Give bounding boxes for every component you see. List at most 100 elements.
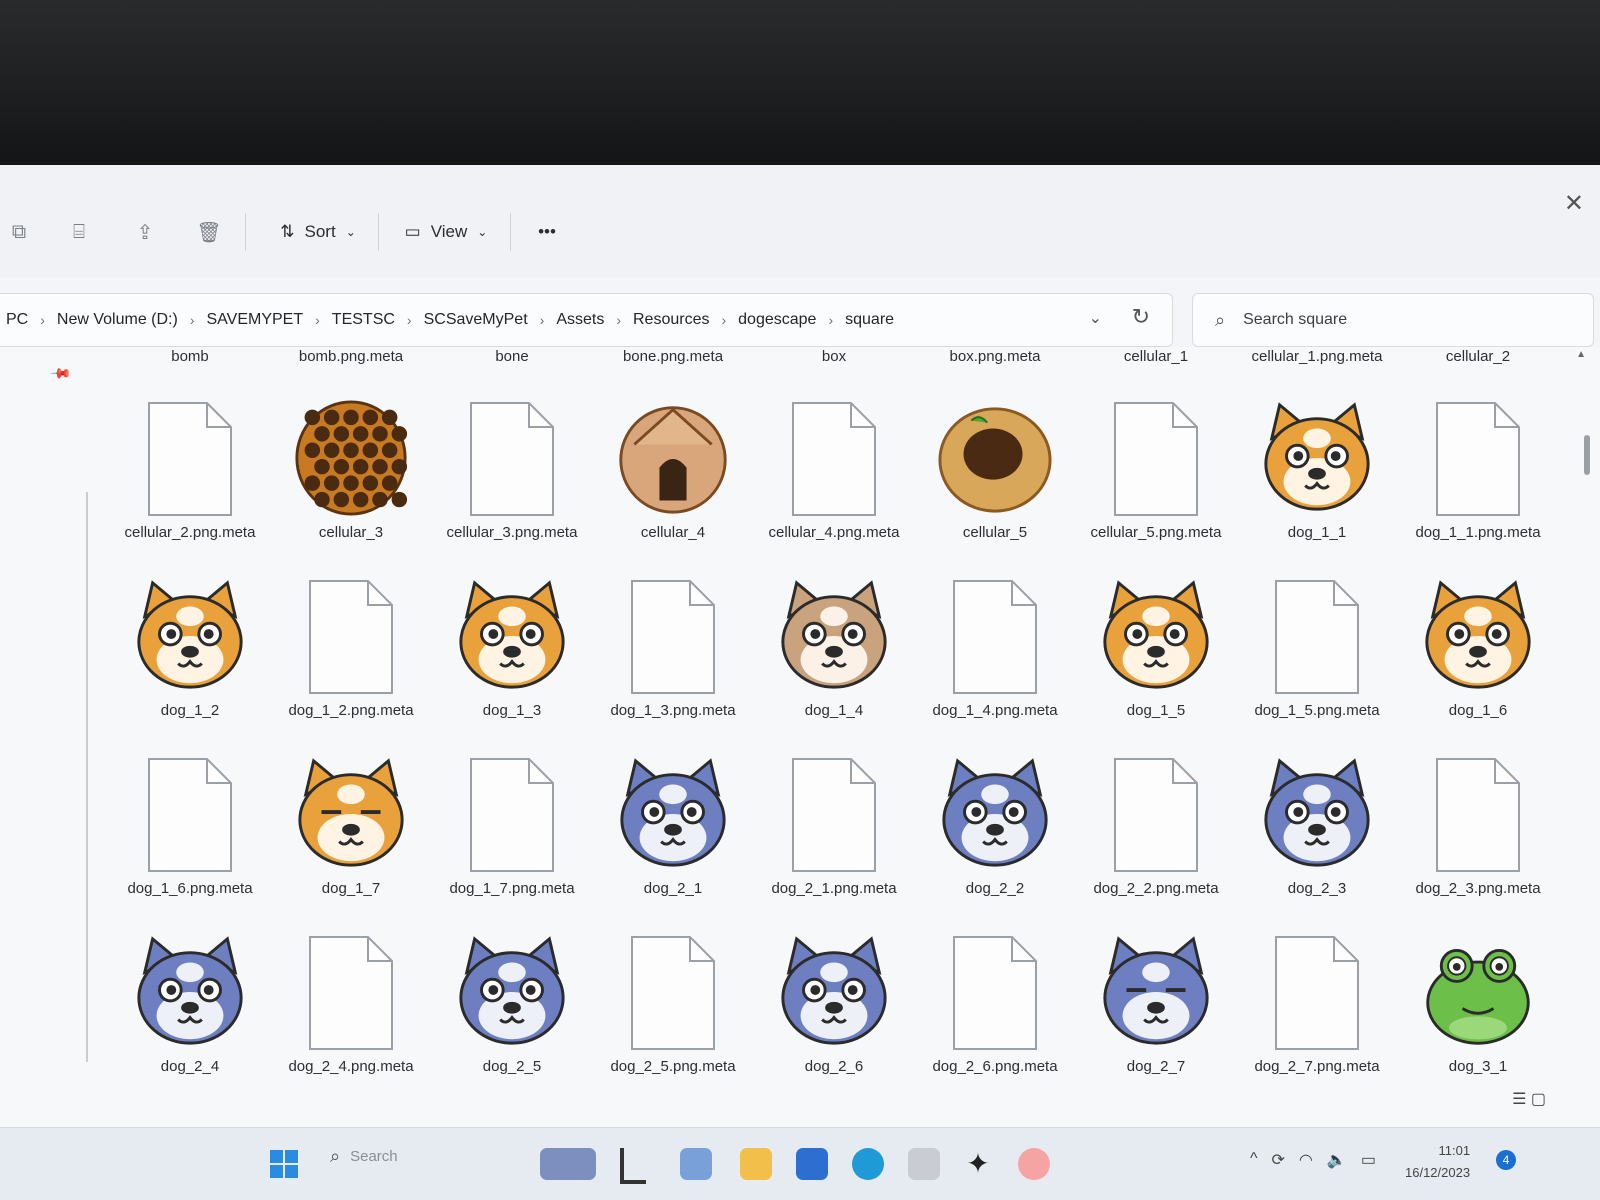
notification-badge[interactable]: 4	[1496, 1150, 1516, 1170]
breadcrumb-separator-icon[interactable]: ›	[34, 312, 51, 328]
file-label[interactable]: bomb.png.meta	[276, 347, 426, 367]
file-item[interactable]: cellular_4	[593, 397, 753, 569]
file-name: dog_2_2	[965, 880, 1025, 897]
file-label[interactable]: cellular_2	[1403, 347, 1553, 367]
scroll-up-icon[interactable]: ▲	[1576, 349, 1586, 360]
file-label[interactable]: bone	[437, 347, 587, 367]
refresh-icon[interactable]: ↻	[1132, 304, 1150, 330]
breadcrumb-item[interactable]: SAVEMYPET	[201, 311, 310, 329]
file-item[interactable]: dog_1_1	[1237, 397, 1397, 569]
file-item[interactable]: dog_3_1	[1398, 931, 1558, 1103]
breadcrumb-item[interactable]: TESTSC	[326, 311, 401, 329]
chat-icon[interactable]	[680, 1148, 712, 1180]
chevron-down-icon[interactable]: ⌄	[1089, 308, 1102, 328]
chevron-up-icon[interactable]: ^	[1250, 1150, 1258, 1170]
wifi-icon[interactable]: ◠	[1299, 1150, 1313, 1170]
file-label[interactable]: bomb	[115, 347, 265, 367]
file-item[interactable]: dog_2_4	[110, 931, 270, 1103]
file-item[interactable]: dog_1_2.png.meta	[271, 575, 431, 747]
file-item[interactable]: dog_1_7	[271, 753, 431, 925]
breadcrumb-item[interactable]: Assets	[550, 311, 610, 329]
file-item[interactable]: dog_1_4	[754, 575, 914, 747]
file-item[interactable]: dog_2_2	[915, 753, 1075, 925]
breadcrumb-separator-icon[interactable]: ›	[610, 312, 627, 328]
details-view-icon[interactable]: ☰	[1512, 1091, 1526, 1108]
windows-start-icon[interactable]	[270, 1150, 298, 1183]
delete-icon[interactable]: 🗑	[192, 215, 226, 249]
breadcrumb-item[interactable]: New Volume (D:)	[51, 311, 184, 329]
breadcrumb-item[interactable]: SCSaveMyPet	[418, 311, 534, 329]
file-item[interactable]: dog_2_1	[593, 753, 753, 925]
breadcrumb-separator-icon[interactable]: ›	[822, 312, 839, 328]
file-item[interactable]: dog_2_5	[432, 931, 592, 1103]
file-item[interactable]: dog_2_5.png.meta	[593, 931, 753, 1103]
breadcrumb-separator-icon[interactable]: ›	[184, 312, 201, 328]
breadcrumb-separator-icon[interactable]: ›	[401, 312, 418, 328]
breadcrumb-item[interactable]: dogescape	[732, 311, 822, 329]
file-item[interactable]: dog_2_3.png.meta	[1398, 753, 1558, 925]
breadcrumb-separator-icon[interactable]: ›	[715, 312, 732, 328]
meta-file-icon	[935, 931, 1055, 1051]
copy-icon[interactable]: ⧉	[2, 215, 36, 249]
view-button[interactable]: ▭ View ⌄	[396, 215, 496, 249]
file-label[interactable]: cellular_1	[1081, 347, 1231, 367]
file-item[interactable]: dog_1_5	[1076, 575, 1236, 747]
file-item[interactable]: dog_1_7.png.meta	[432, 753, 592, 925]
file-item[interactable]: cellular_3.png.meta	[432, 397, 592, 569]
file-item[interactable]: dog_1_1.png.meta	[1398, 397, 1558, 569]
file-label[interactable]: box.png.meta	[920, 347, 1070, 367]
rename-icon[interactable]: ⌸	[62, 215, 96, 249]
search-box[interactable]: ⌕ Search square	[1192, 293, 1594, 347]
file-item[interactable]: cellular_5	[915, 397, 1075, 569]
file-item[interactable]: dog_2_7	[1076, 931, 1236, 1103]
file-item[interactable]: dog_1_6.png.meta	[110, 753, 270, 925]
file-item[interactable]: cellular_5.png.meta	[1076, 397, 1236, 569]
file-item[interactable]: dog_1_4.png.meta	[915, 575, 1075, 747]
folder-icon[interactable]	[740, 1148, 772, 1180]
file-item[interactable]: dog_1_6	[1398, 575, 1558, 747]
app-icon[interactable]	[1018, 1148, 1050, 1180]
file-item[interactable]: dog_2_2.png.meta	[1076, 753, 1236, 925]
file-item[interactable]: dog_1_3.png.meta	[593, 575, 753, 747]
taskbar-search[interactable]: ⌕ Search	[330, 1146, 398, 1167]
file-item[interactable]: dog_2_7.png.meta	[1237, 931, 1397, 1103]
store-icon[interactable]	[796, 1148, 828, 1180]
widgets-icon[interactable]	[540, 1148, 596, 1180]
file-label[interactable]: box	[759, 347, 909, 367]
lock-app-icon[interactable]	[908, 1148, 940, 1180]
file-item[interactable]: dog_2_1.png.meta	[754, 753, 914, 925]
file-item[interactable]: dog_1_5.png.meta	[1237, 575, 1397, 747]
edge-browser-icon[interactable]	[852, 1148, 884, 1180]
more-options-button[interactable]: •••	[524, 215, 570, 249]
breadcrumb-item[interactable]: square	[839, 311, 900, 329]
share-icon[interactable]: ⇪	[128, 215, 162, 249]
file-item[interactable]: cellular_3	[271, 397, 431, 569]
file-item[interactable]: dog_2_3	[1237, 753, 1397, 925]
file-item[interactable]: dog_1_3	[432, 575, 592, 747]
sync-icon[interactable]: ⟳	[1272, 1150, 1285, 1170]
file-label[interactable]: bone.png.meta	[598, 347, 748, 367]
file-item[interactable]: cellular_2.png.meta	[110, 397, 270, 569]
tiles-view-icon[interactable]: ▢	[1531, 1091, 1546, 1108]
file-item[interactable]: dog_1_2	[110, 575, 270, 747]
volume-icon[interactable]: 🔈	[1327, 1150, 1347, 1170]
sort-button[interactable]: ⇅ Sort ⌄	[268, 215, 368, 249]
dropbox-icon[interactable]: ✦	[962, 1148, 994, 1180]
breadcrumb-item[interactable]: PC	[0, 311, 34, 329]
file-item[interactable]: cellular_4.png.meta	[754, 397, 914, 569]
breadcrumb-separator-icon[interactable]: ›	[309, 312, 326, 328]
breadcrumb-separator-icon[interactable]: ›	[534, 312, 551, 328]
address-bar[interactable]: PC › New Volume (D:) › SAVEMYPET › TESTSC › SCSa…	[0, 293, 1173, 347]
battery-icon[interactable]: ▭	[1361, 1150, 1376, 1170]
file-name: cellular_3	[318, 524, 384, 541]
pin-icon[interactable]: 📌	[49, 361, 73, 385]
breadcrumb-item[interactable]: Resources	[627, 311, 715, 329]
clock[interactable]: 11:01 16/12/2023	[1405, 1140, 1470, 1184]
file-item[interactable]: dog_2_6.png.meta	[915, 931, 1075, 1103]
file-item[interactable]: dog_2_6	[754, 931, 914, 1103]
scrollbar-thumb[interactable]	[1584, 435, 1590, 475]
task-view-icon[interactable]	[620, 1148, 646, 1184]
file-item[interactable]: dog_2_4.png.meta	[271, 931, 431, 1103]
file-label[interactable]: cellular_1.png.meta	[1242, 347, 1392, 367]
close-icon[interactable]: ✕	[1564, 189, 1584, 218]
